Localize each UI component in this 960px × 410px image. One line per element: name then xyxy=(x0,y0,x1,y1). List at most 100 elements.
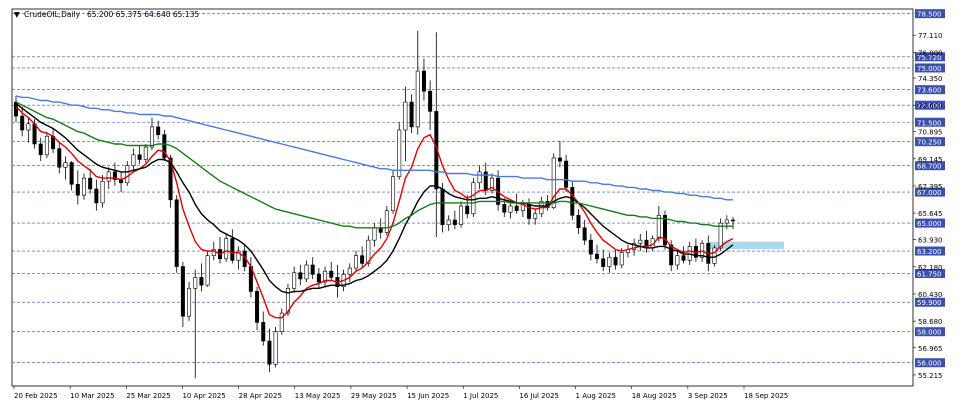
x-tick-label: 10 Apr 2025 xyxy=(182,392,225,400)
candle-body xyxy=(465,205,470,215)
candle-body xyxy=(712,247,717,264)
candle-body xyxy=(669,244,674,266)
x-tick-label: 1 Aug 2025 xyxy=(576,392,616,400)
header-ohlc: 65.200 65.375 64.640 65.135 xyxy=(87,10,199,19)
candle-body xyxy=(106,171,111,182)
candle-body xyxy=(681,255,686,261)
candle-body xyxy=(687,246,692,261)
candle-body xyxy=(607,256,612,267)
candle-body xyxy=(156,126,161,135)
y-tick-label: 72.600 xyxy=(918,102,943,110)
candle-body xyxy=(514,205,519,211)
header-marker[interactable]: ▼ xyxy=(14,10,20,19)
candle-body xyxy=(595,253,600,260)
candle-body xyxy=(224,238,229,260)
level-label: 63.200 xyxy=(917,248,942,256)
candle-body xyxy=(409,101,414,128)
candle-body xyxy=(131,154,136,166)
y-tick-label: 67.395 xyxy=(918,183,943,191)
level-label: 59.900 xyxy=(917,299,942,307)
x-tick-label: 3 Sep 2025 xyxy=(688,392,728,400)
candle-body xyxy=(199,277,204,286)
candle-body xyxy=(261,322,266,342)
x-tick-label: 18 Sep 2025 xyxy=(744,392,788,400)
candle-body xyxy=(613,256,618,266)
candle-body xyxy=(180,266,185,317)
candle-body xyxy=(391,176,396,211)
y-tick-label: 69.145 xyxy=(918,156,943,164)
level-label: 78.500 xyxy=(917,11,942,19)
x-tick-label: 16 Jul 2025 xyxy=(519,392,559,400)
header-symbol: CrudeOIL,Daily xyxy=(24,10,81,19)
candle-body xyxy=(230,238,235,261)
x-tick-label: 29 May 2025 xyxy=(351,392,397,400)
level-label: 75.000 xyxy=(917,65,942,73)
y-tick-label: 60.430 xyxy=(918,291,943,299)
x-tick-label: 25 Mar 2025 xyxy=(126,392,170,400)
candle-body xyxy=(137,154,142,160)
candle-body xyxy=(304,264,309,280)
candle-body xyxy=(570,187,575,216)
candle-body xyxy=(372,227,377,241)
level-label: 58.000 xyxy=(917,329,942,337)
candle-body xyxy=(582,227,587,241)
level-label: 70.250 xyxy=(917,139,942,147)
candle-body xyxy=(187,287,192,317)
candle-body xyxy=(38,143,43,156)
candle-body xyxy=(353,255,358,269)
candle-body xyxy=(329,270,334,278)
candle-body xyxy=(125,165,130,184)
candle-body xyxy=(564,160,569,188)
candle-body xyxy=(360,255,365,264)
y-tick-label: 63.930 xyxy=(918,237,943,245)
candle-body xyxy=(32,123,37,145)
level-label: 56.000 xyxy=(917,360,942,368)
y-tick-label: 58.680 xyxy=(918,318,943,326)
chart-background xyxy=(0,0,960,410)
candle-body xyxy=(588,239,593,255)
candle-body xyxy=(149,126,154,148)
candle-body xyxy=(75,184,80,196)
candle-body xyxy=(347,267,352,275)
candle-body xyxy=(415,70,420,128)
y-tick-label: 56.965 xyxy=(918,345,943,353)
candle-body xyxy=(446,219,451,225)
candle-body xyxy=(730,219,735,222)
candle-body xyxy=(316,273,321,283)
candle-body xyxy=(619,252,624,266)
candle-body xyxy=(533,213,538,219)
x-tick-label: 15 Jun 2025 xyxy=(407,392,449,400)
candle-body xyxy=(255,291,260,323)
candle-body xyxy=(403,101,408,131)
level-label: 68.700 xyxy=(917,163,942,171)
y-tick-label: 70.895 xyxy=(918,129,943,137)
candle-body xyxy=(428,90,433,112)
candle-body xyxy=(397,129,402,177)
candle-body xyxy=(452,219,457,225)
x-tick-label: 10 Mar 2025 xyxy=(70,392,114,400)
candle-body xyxy=(459,205,464,225)
candle-body xyxy=(310,264,315,275)
x-tick-label: 28 Apr 2025 xyxy=(239,392,282,400)
candle-body xyxy=(94,188,99,204)
candle-body xyxy=(143,146,148,160)
candle-body xyxy=(193,277,198,289)
x-tick-label: 18 Aug 2025 xyxy=(632,392,677,400)
candle-body xyxy=(20,115,25,131)
candle-body xyxy=(440,188,445,225)
candle-body xyxy=(273,331,278,365)
candle-body xyxy=(298,272,303,280)
y-tick-label: 55.215 xyxy=(918,372,943,380)
chart-frame: 78.50075.72075.00073.60072.60071.50070.2… xyxy=(0,0,960,410)
candle-body xyxy=(44,135,49,156)
candle-body xyxy=(267,340,272,365)
candle-body xyxy=(88,177,93,190)
y-tick-label: 62.180 xyxy=(918,264,943,272)
candle-body xyxy=(63,162,68,168)
x-tick-label: 20 Feb 2025 xyxy=(14,392,58,400)
candle-body xyxy=(421,70,426,92)
candle-body xyxy=(601,258,606,267)
candle-body xyxy=(508,205,513,213)
candle-body xyxy=(557,157,562,162)
candle-body xyxy=(57,148,62,168)
